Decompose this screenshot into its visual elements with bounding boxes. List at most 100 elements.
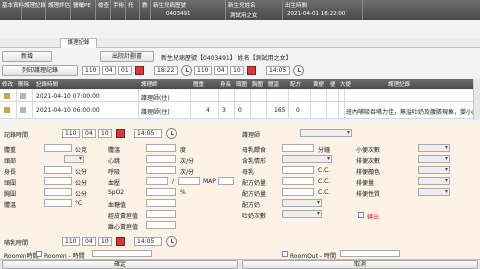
stool-count-select[interactable] <box>418 155 450 163</box>
table-row[interactable]: 2021-04-10 06:00:00 護理師(住) 4 3 0 165 0 班… <box>0 102 480 119</box>
menu-order[interactable]: 醫囑PE <box>73 1 91 9</box>
from-year[interactable]: 110 <box>82 66 100 75</box>
breastfeed-input[interactable] <box>282 144 314 152</box>
hr-input[interactable] <box>146 155 176 163</box>
chest-input[interactable] <box>44 188 72 196</box>
unit: °C <box>75 200 83 207</box>
unit: 公克 <box>75 147 88 154</box>
to-day[interactable]: 10 <box>230 66 244 75</box>
table-row[interactable]: 2021-04-10 07:00:00 護理師(住) <box>0 90 473 102</box>
record-year[interactable]: 110 <box>62 129 80 138</box>
formula-type-select[interactable] <box>282 199 322 207</box>
calendar-icon[interactable] <box>247 66 256 75</box>
roomin-checkbox[interactable] <box>36 251 42 257</box>
headcirc-input[interactable] <box>44 177 72 185</box>
unit: C.C. <box>318 189 331 196</box>
from-month[interactable]: 04 <box>102 66 116 75</box>
label-formula: 配方奶量 <box>242 180 267 187</box>
label-head: 頭部 <box>4 158 17 165</box>
col-head: 頭圍 <box>236 82 248 88</box>
unit: 公分 <box>75 169 88 176</box>
stool-color-select[interactable] <box>418 166 450 174</box>
latch-select[interactable] <box>282 155 332 163</box>
label-stool-amount: 排便量 <box>356 180 375 187</box>
serum-bili-input[interactable] <box>146 221 176 229</box>
col-formula: 配方 <box>290 82 302 88</box>
formula-input[interactable] <box>282 177 314 185</box>
bp-dia-input[interactable] <box>178 177 200 185</box>
tab-nursing-record[interactable]: 護理記錄 <box>60 38 97 48</box>
record-month[interactable]: 04 <box>82 129 96 138</box>
milk-input[interactable] <box>282 166 314 174</box>
stool-amount-select[interactable] <box>418 177 450 185</box>
menu-exam[interactable]: 檢查 <box>98 1 109 9</box>
edit-icon[interactable] <box>4 93 10 99</box>
row-val: 4 <box>206 107 210 114</box>
menu-assess[interactable]: 護理評估 <box>48 1 70 9</box>
feed-month[interactable]: 04 <box>82 237 96 246</box>
record-day[interactable]: 10 <box>98 129 112 138</box>
discharge-plan-button[interactable]: 出院計劃書 <box>100 51 154 62</box>
roomout-checkbox[interactable] <box>282 251 288 257</box>
clock-icon[interactable] <box>293 65 304 76</box>
temp-input[interactable] <box>44 199 72 207</box>
temp2-input[interactable] <box>146 144 176 152</box>
length-input[interactable] <box>44 166 72 174</box>
feed-time-label: 哺乳時間 <box>4 240 29 247</box>
row-time: 2021-04-10 06:00:00 <box>36 107 100 114</box>
to-month[interactable]: 04 <box>214 66 228 75</box>
weight-input[interactable] <box>44 144 72 152</box>
label-breastfeed: 母乳餵食 <box>242 147 267 154</box>
delete-icon[interactable] <box>20 93 26 99</box>
row-time: 2021-04-10 07:00:00 <box>36 93 100 100</box>
spo2-input[interactable] <box>146 188 176 196</box>
add-button[interactable]: 新增 <box>2 51 52 62</box>
clock-icon[interactable] <box>181 65 192 76</box>
menu-surgery[interactable]: 手術 <box>113 1 124 9</box>
edit-icon[interactable] <box>4 107 10 113</box>
urine-select[interactable] <box>418 144 450 152</box>
feed-day[interactable]: 10 <box>98 237 112 246</box>
menu-nursing[interactable]: 護理記錄 <box>24 1 46 9</box>
to-year[interactable]: 110 <box>194 66 212 75</box>
from-time[interactable]: 18:22 <box>154 66 178 75</box>
top-menu-bar: 基本資料 護理記錄 護理評估 醫囑PE 檢查 手術 托 教 新生兒病歷號 新生兒… <box>0 0 480 20</box>
map-input[interactable] <box>218 177 234 185</box>
transfer-checkbox[interactable] <box>358 212 364 218</box>
rr-input[interactable] <box>146 166 176 174</box>
name-header: 新生兒姓名 <box>228 3 256 9</box>
nurse-label: 護理師 <box>242 132 261 139</box>
menu-edu[interactable]: 教 <box>142 1 148 9</box>
grid-scrollbar[interactable] <box>473 79 480 120</box>
feed-year[interactable]: 110 <box>62 237 80 246</box>
confirm-button[interactable]: 確定 <box>2 260 238 269</box>
to-time[interactable]: 14:05 <box>266 66 290 75</box>
patient-info: 新生兒病歷號【0403491】 姓名【測試用之女】 <box>161 55 292 62</box>
calendar-icon[interactable] <box>116 129 125 138</box>
cancel-button[interactable]: 取消 <box>242 260 478 269</box>
clock-icon[interactable] <box>166 236 177 247</box>
calendar-icon[interactable] <box>135 66 144 75</box>
tcb-input[interactable] <box>146 210 176 218</box>
print-record-button[interactable]: 列印護理記錄 <box>2 65 78 76</box>
vomit-select[interactable] <box>282 210 322 218</box>
row-val: 0 <box>238 107 242 114</box>
head-select[interactable] <box>64 155 84 163</box>
formula2-input[interactable] <box>282 188 314 196</box>
calendar-icon[interactable] <box>116 237 125 246</box>
delete-icon[interactable] <box>20 107 26 113</box>
record-time[interactable]: 14:05 <box>134 129 162 138</box>
feed-time[interactable]: 14:05 <box>134 237 162 246</box>
nurse-select[interactable] <box>300 129 352 137</box>
from-day[interactable]: 01 <box>118 66 132 75</box>
bp-sys-input[interactable] <box>146 177 168 185</box>
unit: C.C. <box>318 178 331 185</box>
glucose-input[interactable] <box>146 199 176 207</box>
roomout-input[interactable] <box>340 250 400 257</box>
stool-nature-select[interactable] <box>418 188 450 196</box>
menu-tuo[interactable]: 托 <box>128 1 134 9</box>
transfer-label: 轉出 <box>367 214 380 221</box>
roomin-input[interactable] <box>92 250 152 257</box>
clock-icon[interactable] <box>166 128 177 139</box>
col-chest: 胸圍 <box>252 82 264 88</box>
